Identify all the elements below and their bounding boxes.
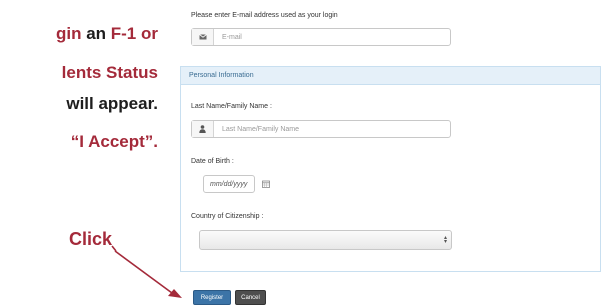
email-placeholder: E-mail <box>222 33 242 41</box>
dob-field[interactable]: mm/dd/yyyy <box>203 175 255 193</box>
select-updown-icon: ▴ ▾ <box>443 235 447 245</box>
country-label: Country of Citizenship : <box>191 213 264 220</box>
panel-title: Personal Information <box>181 67 600 85</box>
dob-placeholder: mm/dd/yyyy <box>210 180 248 188</box>
cancel-button[interactable]: Cancel <box>235 290 266 305</box>
email-field[interactable]: E-mail <box>191 28 451 46</box>
calendar-icon[interactable] <box>262 180 270 188</box>
register-button[interactable]: Register <box>193 290 231 305</box>
last-name-placeholder: Last Name/Family Name <box>222 125 300 133</box>
dob-label: Date of Birth : <box>191 158 234 165</box>
user-icon <box>192 121 214 137</box>
country-select[interactable]: ▴ ▾ <box>199 230 452 250</box>
envelope-icon <box>192 29 214 45</box>
last-name-field[interactable]: Last Name/Family Name <box>191 120 451 138</box>
last-name-label: Last Name/Family Name : <box>191 103 272 110</box>
email-instruction: Please enter E-mail address used as your… <box>191 12 338 19</box>
